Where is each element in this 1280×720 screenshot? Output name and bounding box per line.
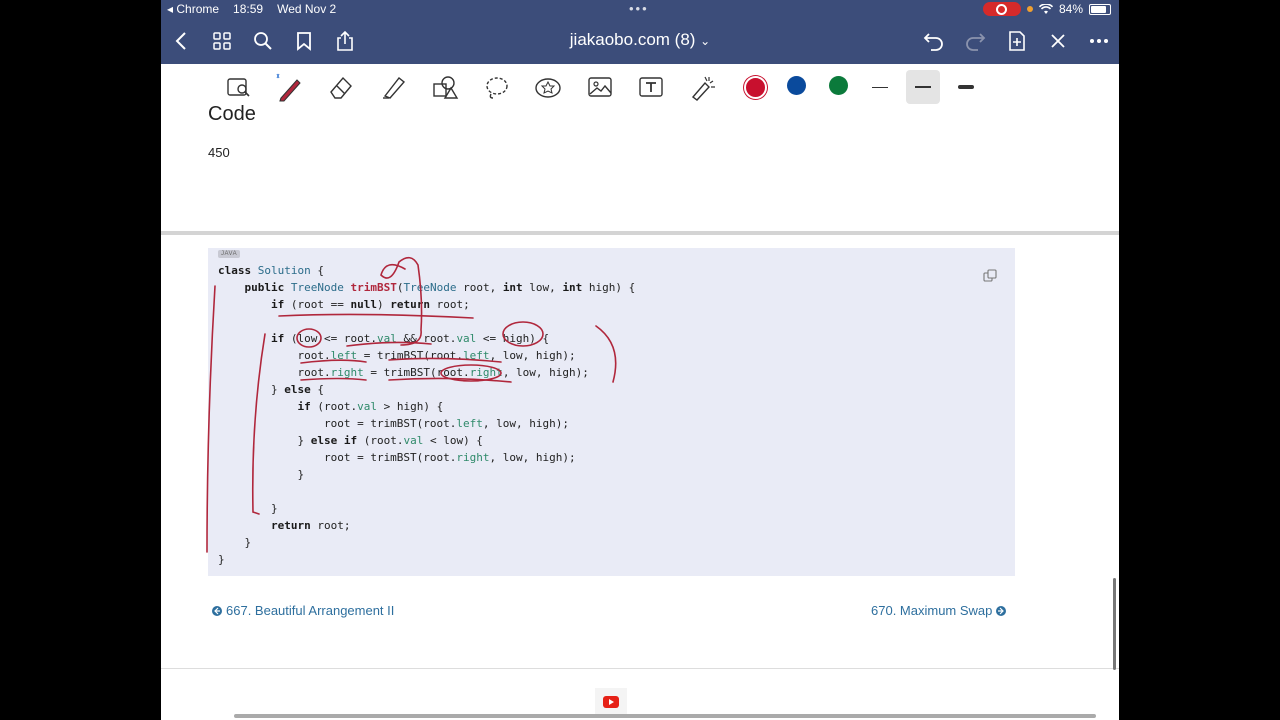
highlighter-icon[interactable] xyxy=(377,72,409,102)
next-problem-link[interactable]: 670. Maximum Swap xyxy=(871,603,1007,618)
arrow-left-circle-icon xyxy=(212,605,222,616)
next-problem-label: 670. Maximum Swap xyxy=(871,603,993,618)
line-medium[interactable] xyxy=(906,70,940,104)
color-green[interactable] xyxy=(829,76,848,95)
page-content-top: Code 450 xyxy=(161,103,1119,231)
status-bar: ◂ Chrome 18:59 Wed Nov 2 ••• 84% xyxy=(161,0,1119,19)
status-date: Wed Nov 2 xyxy=(277,2,337,16)
text-tool-icon[interactable] xyxy=(635,72,667,102)
recording-icon[interactable] xyxy=(982,2,1021,16)
redo-icon[interactable] xyxy=(963,29,987,53)
code-line: if (low <= root.val && root.val <= high)… xyxy=(270,332,550,345)
add-page-icon[interactable] xyxy=(1005,29,1029,53)
nav-bar: jiakaobo.com (8) ⌄ xyxy=(161,19,1119,64)
prev-problem-link[interactable]: 667. Beautiful Arrangement II xyxy=(212,603,394,618)
ipad-screen: ◂ Chrome 18:59 Wed Nov 2 ••• 84% jiakaob… xyxy=(161,0,1119,720)
color-blue[interactable] xyxy=(787,76,806,95)
footer-divider xyxy=(161,668,1119,669)
code-panel: JAVA class Solution { public TreeNode tr… xyxy=(208,248,1015,576)
code-line: } else if (root.val < low) { xyxy=(218,434,483,447)
laser-pointer-icon[interactable] xyxy=(687,72,719,102)
back-app-label: Chrome xyxy=(176,2,220,16)
problem-number: 450 xyxy=(208,145,230,160)
code-line: } xyxy=(218,502,278,515)
annotation-toolbar xyxy=(161,64,1119,110)
lasso-icon[interactable] xyxy=(481,72,513,102)
image-icon[interactable] xyxy=(584,72,616,102)
code-line: } xyxy=(218,553,225,566)
sticker-icon[interactable] xyxy=(532,72,564,102)
code-line: public TreeNode trimBST(TreeNode root, i… xyxy=(244,281,636,294)
more-icon[interactable] xyxy=(1087,29,1111,53)
multitask-dots[interactable]: ••• xyxy=(629,1,649,16)
youtube-icon[interactable] xyxy=(595,688,627,716)
code-line: } else { xyxy=(218,383,324,396)
mic-indicator-icon xyxy=(1026,6,1033,12)
eraser-icon[interactable] xyxy=(325,72,357,102)
code-block: class Solution { public TreeNode trimBST… xyxy=(218,262,635,568)
status-left: ◂ Chrome 18:59 Wed Nov 2 xyxy=(167,2,336,16)
close-icon[interactable] xyxy=(1046,29,1070,53)
code-line: if (root.val > high) { xyxy=(297,400,444,413)
section-heading: Code xyxy=(208,103,256,125)
wifi-icon xyxy=(1038,3,1053,14)
battery-percent: 84% xyxy=(1058,2,1083,16)
code-line: return root; xyxy=(270,519,351,532)
language-badge: JAVA xyxy=(218,250,241,258)
code-line: if (root == null) return root; xyxy=(270,298,470,311)
lasso-zoom-icon[interactable] xyxy=(223,72,255,102)
undo-icon[interactable] xyxy=(922,29,946,53)
status-right: 84% xyxy=(982,2,1111,16)
back-to-app[interactable]: ◂ Chrome xyxy=(167,2,219,16)
scrollbar[interactable] xyxy=(1113,578,1116,670)
battery-icon xyxy=(1089,3,1111,15)
code-line: } xyxy=(218,536,252,549)
code-line: root = trimBST(root.right, low, high); xyxy=(218,451,576,464)
copy-icon[interactable] xyxy=(983,269,997,283)
code-line: root = trimBST(root.left, low, high); xyxy=(218,417,570,430)
arrow-right-circle-icon xyxy=(996,605,1007,616)
home-indicator[interactable] xyxy=(234,714,1096,718)
code-line: root.left = trimBST(root.left, low, high… xyxy=(218,349,576,362)
pen-icon[interactable] xyxy=(273,72,305,102)
line-thin[interactable] xyxy=(863,70,897,104)
status-time: 18:59 xyxy=(233,2,264,16)
code-line: root.right = trimBST(root.right, low, hi… xyxy=(218,366,589,379)
page-divider xyxy=(161,231,1119,235)
document-title-text: jiakaobo.com (8) xyxy=(569,30,696,49)
color-red[interactable] xyxy=(744,76,767,99)
prev-problem-label: 667. Beautiful Arrangement II xyxy=(226,603,395,618)
title-chevron-icon: ⌄ xyxy=(700,34,711,48)
line-thick[interactable] xyxy=(949,70,983,104)
shapes-icon[interactable] xyxy=(429,72,461,102)
code-line: } xyxy=(218,468,305,481)
code-line: class Solution { xyxy=(218,264,324,277)
